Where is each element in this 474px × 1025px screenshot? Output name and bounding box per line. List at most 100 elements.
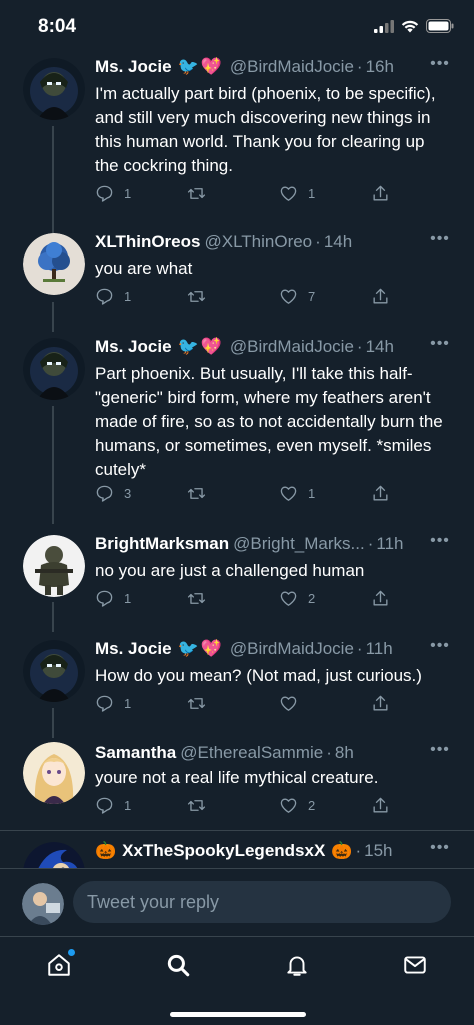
- reply-button[interactable]: 3: [95, 484, 131, 503]
- share-button[interactable]: [371, 589, 390, 608]
- more-dots-icon[interactable]: •••: [430, 742, 450, 760]
- retweet-icon: [187, 698, 206, 709]
- tweet-text: I'm actually part bird (phoenix, to be s…: [95, 84, 436, 175]
- tweet-time[interactable]: 11h: [376, 533, 403, 555]
- notification-dot: [68, 949, 75, 956]
- nav-messages[interactable]: [395, 945, 435, 985]
- reply-icon: [96, 797, 113, 814]
- more-dots-icon[interactable]: •••: [430, 56, 450, 74]
- like-count: 2: [308, 591, 316, 606]
- heart-emoji: 💖: [200, 337, 222, 356]
- like-count: 1: [308, 486, 316, 501]
- tweet-author-handle[interactable]: @XLThinOreo: [204, 231, 312, 253]
- retweet-button[interactable]: [187, 796, 216, 815]
- bird-emoji: 🐦: [177, 639, 199, 658]
- reply-composer: [0, 868, 474, 936]
- tweet-time[interactable]: 15h: [364, 840, 392, 862]
- avatar[interactable]: [23, 640, 85, 702]
- tweet[interactable]: BrightMarksman @Bright_Marks... · 11h ••…: [0, 527, 474, 627]
- avatar[interactable]: [23, 535, 85, 597]
- reply-icon: [96, 288, 113, 305]
- tweet-time[interactable]: 8h: [335, 742, 354, 764]
- retweet-button[interactable]: [187, 287, 216, 306]
- tweet[interactable]: Ms. Jocie 🐦 💖 @BirdMaidJocie · 11h ••• Ho…: [0, 632, 474, 732]
- like-button[interactable]: 1: [279, 484, 315, 503]
- tweet-author-name[interactable]: Ms. Jocie: [95, 336, 172, 358]
- like-button[interactable]: 2: [279, 796, 315, 815]
- more-dots-icon[interactable]: •••: [430, 231, 450, 249]
- heart-icon: [280, 696, 297, 711]
- like-button[interactable]: [279, 694, 308, 713]
- avatar[interactable]: [23, 742, 85, 804]
- reply-thread[interactable]: Ms. Jocie 🐦 💖 @BirdMaidJocie · 16h ••• I'…: [0, 50, 474, 868]
- tweet-text: you are what: [95, 259, 193, 278]
- tweet-author-handle[interactable]: @EtherealSammie: [180, 742, 323, 764]
- tweet-actions: 1 2: [95, 796, 395, 820]
- tweet-author-name[interactable]: XxTheSpookyLegendsxX: [122, 840, 325, 862]
- tweet-author-handle[interactable]: @BirdMaidJocie: [230, 336, 354, 358]
- tweet-header: Ms. Jocie 🐦 💖 @BirdMaidJocie · 14h: [95, 336, 394, 358]
- share-icon: [373, 590, 388, 606]
- reply-button[interactable]: 1: [95, 184, 131, 203]
- tweet-author-name[interactable]: Ms. Jocie: [95, 56, 172, 78]
- share-button[interactable]: [371, 484, 390, 503]
- reply-count: 1: [124, 798, 132, 813]
- retweet-button[interactable]: [187, 694, 216, 713]
- tweet[interactable]: Samantha @EtherealSammie · 8h ••• youre …: [0, 736, 474, 831]
- reply-icon: [96, 185, 113, 202]
- more-dots-icon[interactable]: •••: [430, 638, 450, 656]
- nav-notifications[interactable]: [277, 945, 317, 985]
- tweet[interactable]: Ms. Jocie 🐦 💖 @BirdMaidJocie · 14h ••• Pa…: [0, 330, 474, 525]
- tweet[interactable]: Ms. Jocie 🐦 💖 @BirdMaidJocie · 16h ••• I'…: [0, 50, 474, 225]
- reply-count: 1: [124, 591, 132, 606]
- share-button[interactable]: [371, 287, 390, 306]
- share-button[interactable]: [371, 796, 390, 815]
- tweet-author-handle[interactable]: @Bright_Marks...: [233, 533, 365, 555]
- tweet-time[interactable]: 14h: [366, 336, 394, 358]
- tweet-time[interactable]: 16h: [366, 56, 394, 78]
- tweet-author-name[interactable]: Samantha: [95, 742, 176, 764]
- avatar[interactable]: [23, 842, 85, 868]
- heart-icon: [280, 289, 297, 304]
- tweet-author-name[interactable]: XLThinOreos: [95, 231, 200, 253]
- nav-search[interactable]: [158, 945, 198, 985]
- pumpkin-emoji: 🎃: [95, 841, 117, 860]
- more-dots-icon[interactable]: •••: [430, 533, 450, 551]
- share-button[interactable]: [371, 694, 390, 713]
- more-dots-icon[interactable]: •••: [430, 336, 450, 354]
- reply-count: 1: [124, 289, 132, 304]
- like-button[interactable]: 2: [279, 589, 315, 608]
- retweet-button[interactable]: [187, 589, 216, 608]
- share-button[interactable]: [371, 184, 390, 203]
- reply-button[interactable]: 1: [95, 694, 131, 713]
- nav-home[interactable]: [39, 945, 79, 985]
- reply-button[interactable]: 1: [95, 287, 131, 306]
- tweet-text: How do you mean? (Not mad, just curious.…: [95, 666, 422, 685]
- mail-icon: [404, 956, 426, 974]
- more-dots-icon[interactable]: •••: [430, 840, 450, 858]
- avatar[interactable]: [23, 338, 85, 400]
- tweet[interactable]: 🎃 XxTheSpookyLegendsxX 🎃 · 15h •••: [0, 834, 474, 868]
- reply-button[interactable]: 1: [95, 796, 131, 815]
- tweet-time[interactable]: 14h: [324, 231, 352, 253]
- tweet-time[interactable]: 11h: [366, 638, 393, 660]
- reply-input[interactable]: [73, 881, 451, 923]
- bottom-tab-bar: [0, 936, 474, 1025]
- tweet-header: BrightMarksman @Bright_Marks... · 11h: [95, 533, 404, 555]
- tweet-author-name[interactable]: Ms. Jocie: [95, 638, 172, 660]
- retweet-button[interactable]: [187, 484, 216, 503]
- home-indicator: [170, 1012, 306, 1017]
- tweet-author-handle[interactable]: @BirdMaidJocie: [230, 638, 354, 660]
- like-button[interactable]: 7: [279, 287, 315, 306]
- tweet-author-name[interactable]: BrightMarksman: [95, 533, 229, 555]
- reply-button[interactable]: 1: [95, 589, 131, 608]
- tweet-header: 🎃 XxTheSpookyLegendsxX 🎃 · 15h: [95, 840, 393, 862]
- current-user-avatar[interactable]: [22, 883, 64, 925]
- tweet-author-handle[interactable]: @BirdMaidJocie: [230, 56, 354, 78]
- like-button[interactable]: 1: [279, 184, 315, 203]
- pumpkin-emoji: 🎃: [331, 841, 353, 860]
- avatar[interactable]: [23, 233, 85, 295]
- avatar[interactable]: [23, 58, 85, 120]
- tweet[interactable]: XLThinOreos @XLThinOreo · 14h ••• you ar…: [0, 225, 474, 325]
- retweet-button[interactable]: [187, 184, 216, 203]
